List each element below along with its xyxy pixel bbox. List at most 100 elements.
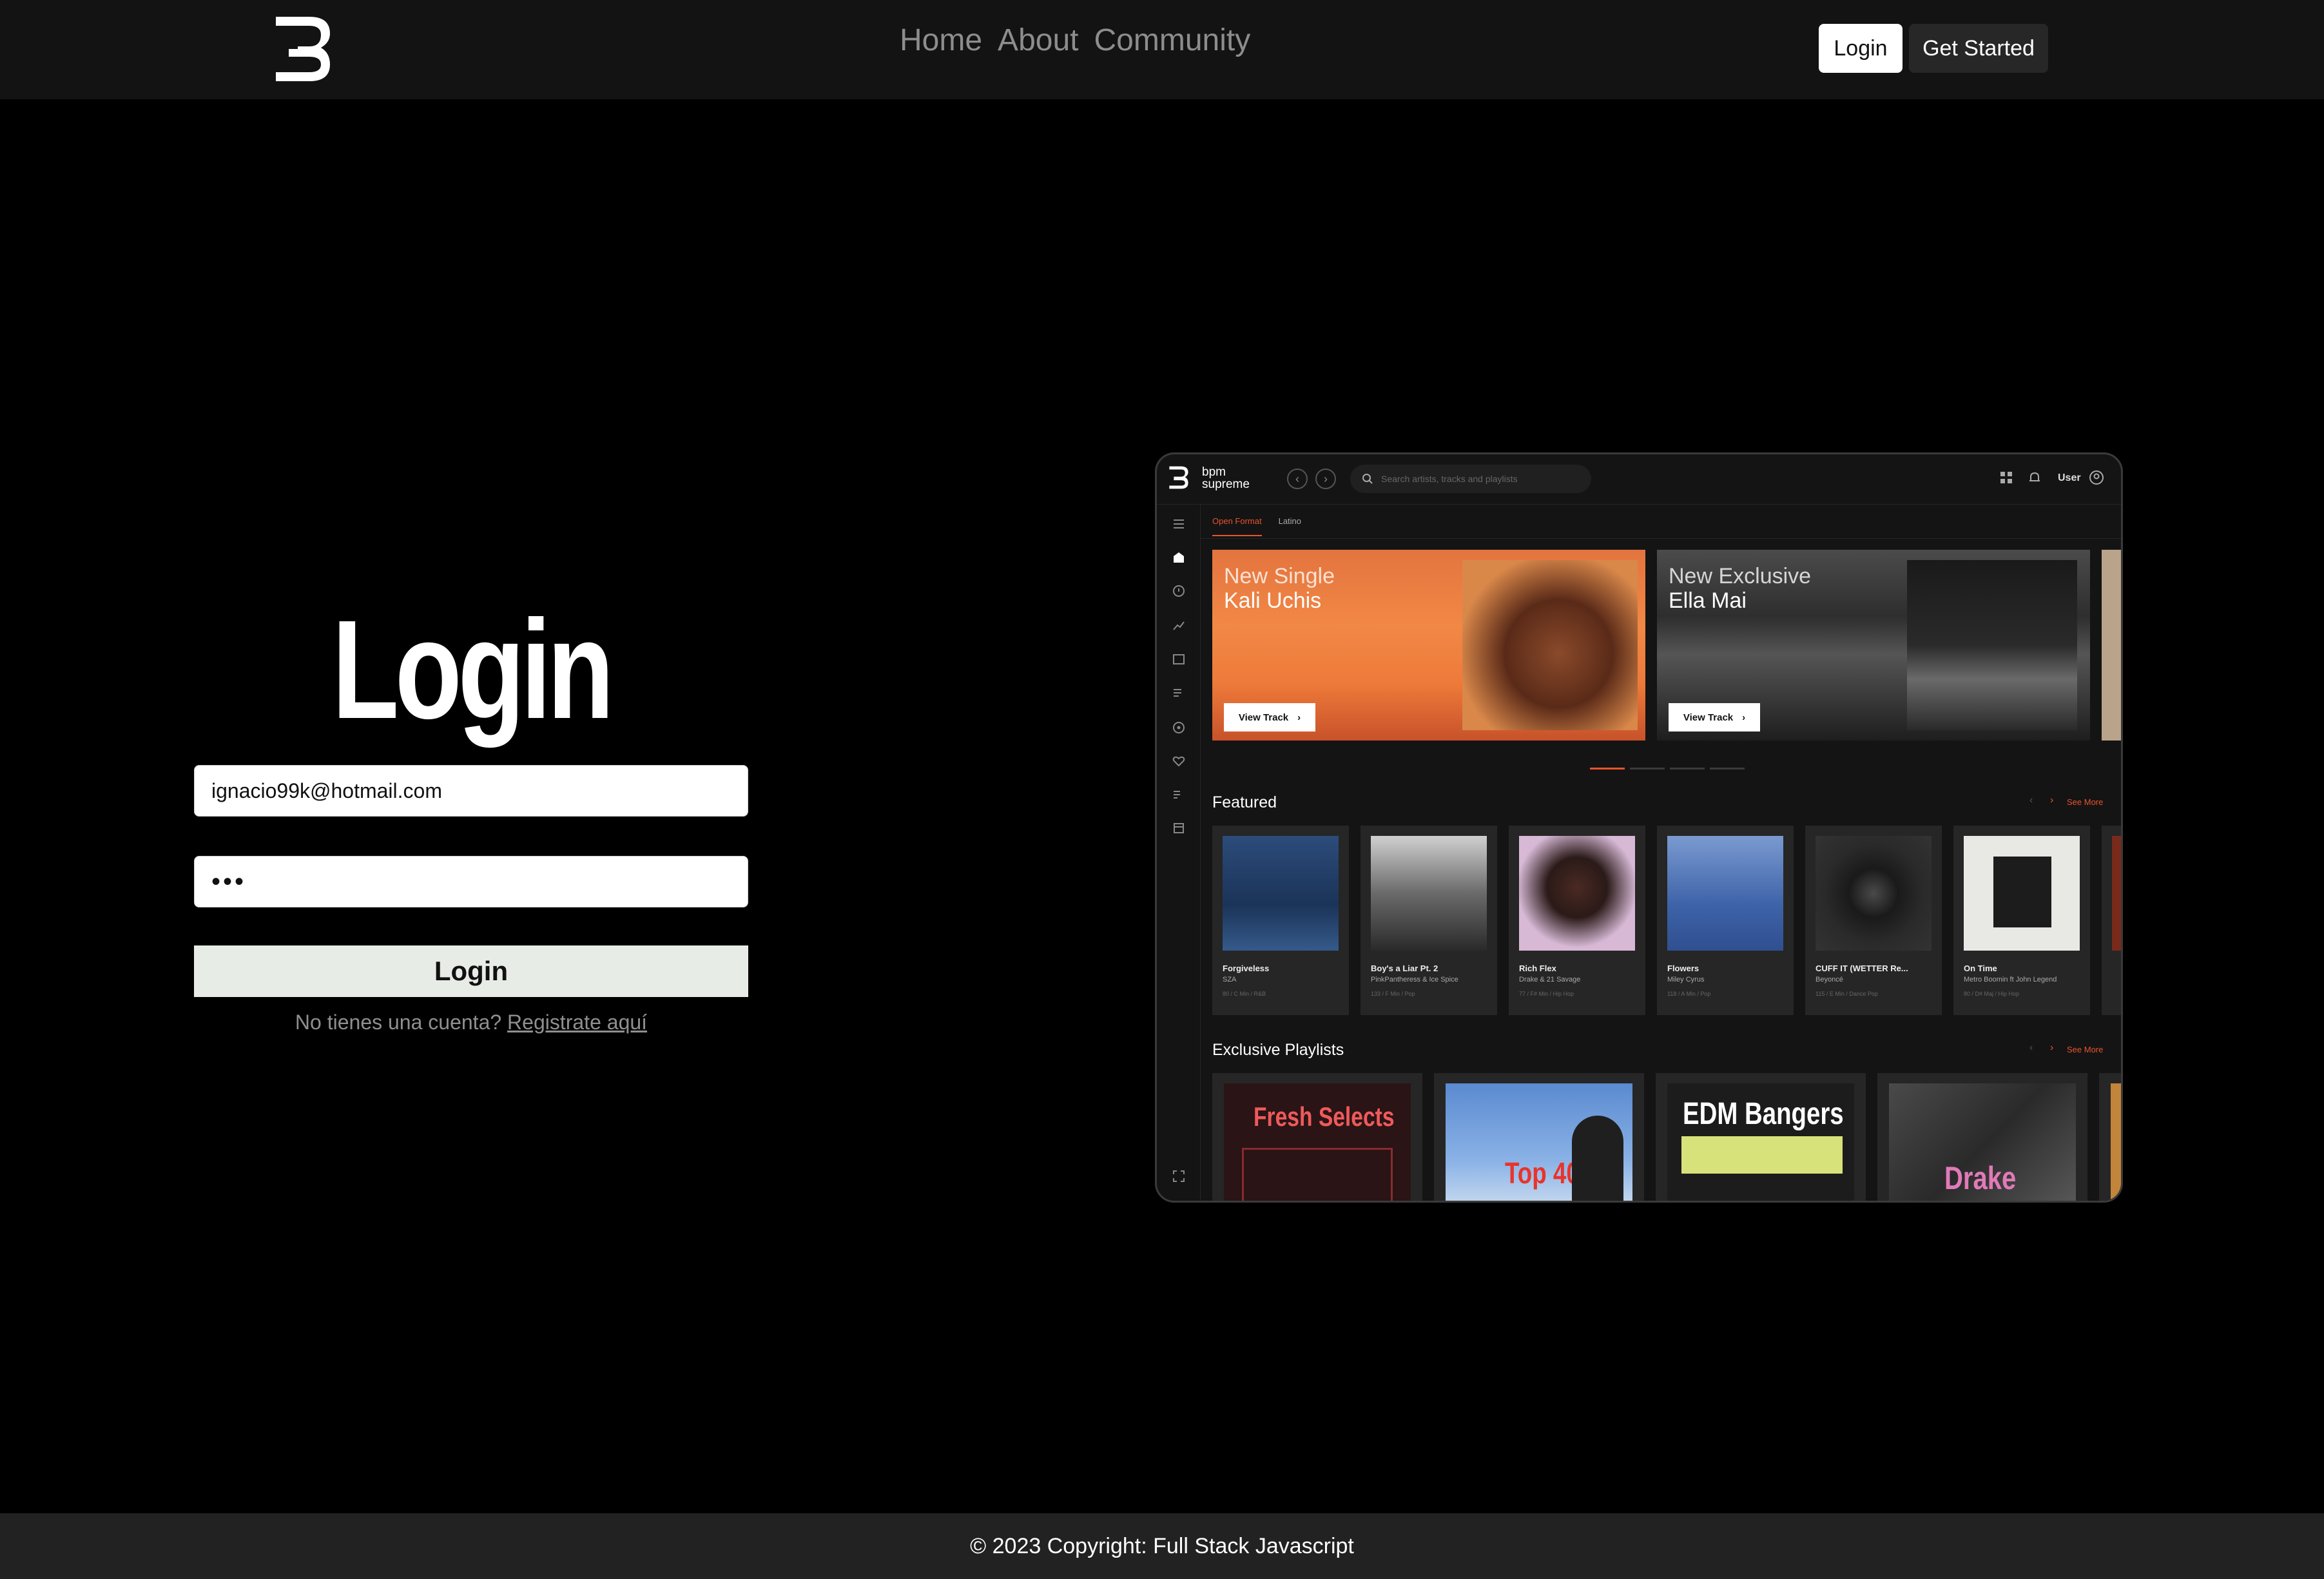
- queue-icon: [1174, 791, 1180, 799]
- featured-card: CUFF IT (WETTER Re... Beyoncé 115 / E Mi…: [1805, 826, 1942, 1015]
- nav-about-link[interactable]: About: [998, 23, 1078, 58]
- card-title: On Time: [1964, 964, 1997, 973]
- chevron-left-icon: ‹: [2029, 1042, 2033, 1053]
- featured-card: Rich Flex Drake & 21 Savage 77 / F# Min …: [1509, 826, 1645, 1015]
- playlist-card: Fresh Selects: [1212, 1073, 1422, 1201]
- card-title: Forgiveless: [1223, 964, 1270, 973]
- album-art: [1667, 836, 1783, 951]
- carousel-dots: [1590, 768, 1745, 770]
- card-title: Boy's a Liar Pt. 2: [1371, 964, 1438, 973]
- nav-home-link[interactable]: Home: [900, 23, 982, 58]
- get-started-button[interactable]: Get Started: [1909, 24, 2048, 73]
- playlist-title: Fresh Selects: [1254, 1101, 1395, 1132]
- carousel-dot: [1670, 768, 1705, 770]
- album-art: [1223, 836, 1339, 951]
- card-title: CUFF IT (WETTER Re...: [1816, 964, 1908, 973]
- album-art: [1371, 836, 1487, 951]
- view-track-button: View Track ›: [1224, 703, 1315, 731]
- forward-arrow-icon: ›: [1315, 469, 1336, 489]
- fullscreen-icon: [1173, 1170, 1185, 1182]
- carousel-dot: [1630, 768, 1665, 770]
- chevron-right-icon: ›: [2050, 1042, 2054, 1053]
- preview-sidebar: [1157, 505, 1201, 1201]
- chart-icon: [1173, 621, 1185, 630]
- card-artist: Metro Boomin ft John Legend: [1964, 976, 2057, 983]
- featured-card: On Time Metro Boomin ft John Legend 80 /…: [1953, 826, 2090, 1015]
- top-navbar: Home About Community Login Get Started: [0, 0, 2324, 99]
- view-track-label: View Track: [1683, 712, 1734, 723]
- footer: © 2023 Copyright: Full Stack Javascript: [0, 1513, 2324, 1579]
- grid-icon: [2000, 472, 2012, 483]
- info-icon: [1173, 585, 1185, 597]
- playlist-art: Fresh Selects: [1224, 1083, 1411, 1201]
- preview-topbar: bpm supreme ‹ › Search artists, tracks a…: [1157, 454, 2121, 505]
- tab-open-format: Open Format: [1212, 516, 1262, 536]
- banner-artist: Kali Uchis: [1224, 588, 1322, 613]
- preview-brand-line2: supreme: [1202, 478, 1250, 491]
- banner-title: New Single Kali Uchis: [1224, 564, 1335, 613]
- chevron-right-icon: ›: [2050, 795, 2054, 806]
- brand-logo-icon[interactable]: [273, 14, 333, 84]
- featured-card: Forgiveless SZA 80 / C Min / R&B: [1212, 826, 1349, 1015]
- search-icon: [1362, 474, 1373, 484]
- playlist-art: [2111, 1083, 2121, 1201]
- register-link[interactable]: Registrate aquí: [507, 1011, 647, 1034]
- card-artist: PinkPantheress & Ice Spice: [1371, 976, 1458, 983]
- chevron-right-icon: ›: [1297, 712, 1301, 723]
- register-prompt: No tienes una cuenta? Registrate aquí: [194, 1011, 748, 1034]
- featured-heading: Featured: [1212, 793, 1277, 811]
- banner-artwork: [1907, 560, 2077, 730]
- playlists-see-more: See More: [2067, 1045, 2104, 1054]
- chevron-right-icon: ›: [1742, 712, 1746, 723]
- tabs-divider: [1201, 538, 2121, 539]
- carousel-dot: [1590, 768, 1625, 770]
- card-artist: Miley Cyrus: [1667, 976, 1705, 983]
- album-art-inner: [1993, 857, 2051, 927]
- playlist-card: EDM Bangers: [1656, 1073, 1866, 1201]
- password-field[interactable]: [194, 856, 748, 907]
- preview-brand: bpm supreme: [1202, 466, 1250, 490]
- main-nav: Home About Community: [900, 18, 1250, 62]
- card-meta: 80 / D# Maj / Hip Hop: [1964, 991, 2020, 997]
- featured-card: Boy's a Liar Pt. 2 PinkPantheress & Ice …: [1361, 826, 1497, 1015]
- preview-search-bar: Search artists, tracks and playlists: [1350, 465, 1591, 493]
- album-art: [1816, 836, 1932, 951]
- nav-login-button[interactable]: Login: [1819, 24, 1903, 73]
- chevron-left-icon: ‹: [2029, 795, 2033, 806]
- view-track-label: View Track: [1238, 712, 1289, 723]
- playlist-icon: [1174, 689, 1181, 697]
- playlists-heading: Exclusive Playlists: [1212, 1041, 1344, 1059]
- card-meta: 115 / E Min / Dance Pop: [1816, 991, 1878, 997]
- card-title: Rich Flex: [1519, 964, 1556, 973]
- card-artist: SZA: [1223, 976, 1237, 983]
- view-track-button: View Track ›: [1669, 703, 1760, 731]
- preview-search-placeholder: Search artists, tracks and playlists: [1381, 474, 1518, 484]
- playlist-art: Top 40: [1446, 1083, 1632, 1201]
- album-art: [2112, 836, 2121, 951]
- banner-label: New Exclusive: [1669, 564, 1812, 588]
- home-icon: [1174, 552, 1184, 563]
- playlist-title: Top 40: [1505, 1156, 1580, 1190]
- heart-icon: [1172, 756, 1185, 767]
- card-meta: 77 / F# Min / Hip Hop: [1519, 991, 1574, 997]
- user-avatar-icon: [2089, 470, 2104, 485]
- banner-kali-uchis: New Single Kali Uchis View Track ›: [1212, 550, 1645, 741]
- carousel-dot: [1710, 768, 1745, 770]
- playlist-art: Drake: [1889, 1083, 2076, 1201]
- copyright-text: © 2023 Copyright: Full Stack Javascript: [970, 1533, 1354, 1558]
- banner-artwork: [1462, 560, 1638, 730]
- music-note-icon: [1173, 654, 1185, 664]
- banner-partial: [2102, 550, 2121, 741]
- playlist-card: Drake: [1877, 1073, 2087, 1201]
- card-meta: 118 / A Min / Pop: [1667, 991, 1711, 997]
- back-arrow-icon: ‹: [1287, 469, 1308, 489]
- playlist-art-frame: [1242, 1148, 1393, 1201]
- login-heading: Login: [332, 592, 614, 748]
- email-field[interactable]: [194, 765, 748, 817]
- nav-community-link[interactable]: Community: [1094, 23, 1250, 58]
- featured-card-partial: [2102, 826, 2121, 1015]
- login-submit-button[interactable]: Login: [194, 945, 748, 997]
- app-preview-screenshot: bpm supreme ‹ › Search artists, tracks a…: [1155, 452, 2123, 1203]
- album-art: [1964, 836, 2080, 951]
- banner-label: New Single: [1224, 564, 1335, 588]
